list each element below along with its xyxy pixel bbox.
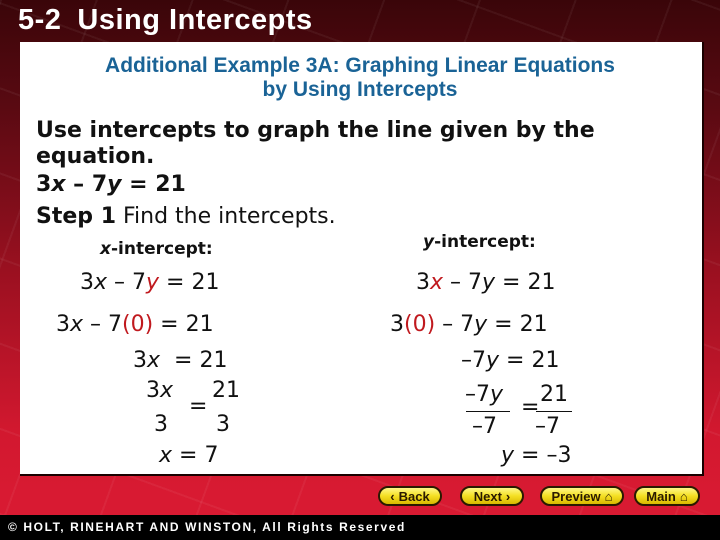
preview-label: Preview [551, 488, 601, 504]
copyright-text: © HOLT, RINEHART AND WINSTON, All Rights… [8, 520, 406, 534]
var-y: y [501, 443, 515, 468]
step-1: Step 1 Find the intercepts. [36, 204, 336, 229]
y-frac-left-den: –7 [472, 414, 497, 439]
var-x: x [147, 348, 161, 373]
var-y: y [486, 348, 500, 373]
y-step-1: 3x – 7y = 21 [416, 270, 555, 295]
t: –7 [461, 348, 486, 373]
home-icon: ⌂ [679, 488, 688, 504]
t: 3 [80, 270, 94, 295]
label-text: -intercept: [110, 239, 213, 259]
eq-var-y: y [107, 172, 122, 197]
var-y: y [482, 270, 496, 295]
y-frac-left-num: –7y [465, 382, 503, 407]
step-text: Find the intercepts. [116, 204, 336, 229]
x-intercept-label: x-intercept: [100, 239, 213, 259]
main-button[interactable]: Main ⌂ [634, 486, 700, 506]
var-x-highlight: x [430, 270, 444, 295]
y-step-3: –7y = 21 [461, 348, 559, 373]
x-frac-equals: = [189, 394, 208, 419]
label-text: -intercept: [434, 232, 536, 252]
prompt-line2: equation. [36, 144, 155, 169]
prompt-line1: Use intercepts to graph the line given b… [36, 118, 595, 143]
var-y: y [474, 312, 488, 337]
eq-mid: – 7 [65, 172, 108, 197]
t: – 7 [83, 312, 123, 337]
example-title: Additional Example 3A: Graphing Linear E… [20, 54, 700, 102]
x-step-2: 3x – 7(0) = 21 [56, 312, 214, 337]
back-label: Back [398, 488, 430, 504]
t: 3 [133, 348, 147, 373]
eq-coef: 3 [36, 172, 52, 197]
chevron-left-icon: ‹ [390, 488, 395, 504]
y-frac-right-bar [536, 411, 572, 412]
x-step-3: 3x = 21 [133, 348, 227, 373]
next-label: Next [473, 488, 502, 504]
var-x: x [70, 312, 84, 337]
y-intercept-label: y-intercept: [423, 232, 536, 252]
lesson-title: 5-2 Using Intercepts [18, 4, 313, 37]
example-title-line1: Additional Example 3A: Graphing Linear E… [105, 54, 615, 77]
var-x: x [160, 378, 174, 403]
x-frac-left-num: 3x [146, 378, 173, 403]
x-result: x = 7 [159, 443, 218, 468]
t: = 21 [159, 270, 220, 295]
y-frac-right-num: 21 [540, 382, 568, 407]
x-intercept-value: = 7 [172, 443, 219, 468]
var-y: y [490, 382, 504, 407]
t: = 21 [160, 348, 228, 373]
given-equation: 3x – 7y = 21 [36, 172, 186, 197]
t: – 7 [107, 270, 147, 295]
problem-prompt: Use intercepts to graph the line given b… [36, 118, 595, 170]
t: 3 [56, 312, 70, 337]
var-x: x [94, 270, 108, 295]
t: – 7 [443, 270, 483, 295]
section-number: 5-2 [18, 4, 62, 36]
label-var: x [100, 239, 111, 259]
y-result: y = –3 [501, 443, 571, 468]
preview-button[interactable]: Preview ⌂ [540, 486, 624, 506]
x-step-1: 3x – 7y = 21 [80, 270, 219, 295]
y-frac-right-den: –7 [535, 414, 560, 439]
t: 3 [416, 270, 430, 295]
label-var: y [423, 232, 435, 252]
footer-bar: © HOLT, RINEHART AND WINSTON, All Rights… [0, 515, 720, 540]
example-title-line2: by Using Intercepts [262, 78, 458, 101]
eq-var-x: x [51, 172, 66, 197]
y-step-2: 3(0) – 7y = 21 [390, 312, 548, 337]
t: 3 [390, 312, 404, 337]
section-title: Using Intercepts [77, 4, 313, 36]
t: –7 [465, 382, 490, 407]
var-y-highlight: y [146, 270, 160, 295]
home-icon: ⌂ [604, 488, 613, 504]
x-frac-right-num: 21 [212, 378, 240, 403]
x-frac-right-den: 3 [216, 412, 230, 437]
main-label: Main [646, 488, 676, 504]
t: = 21 [153, 312, 214, 337]
y-intercept-value: = –3 [514, 443, 572, 468]
step-label: Step 1 [36, 204, 116, 229]
eq-rhs: = 21 [121, 172, 186, 197]
t: – 7 [435, 312, 475, 337]
t: 3 [146, 378, 160, 403]
t: = 21 [487, 312, 548, 337]
t: = 21 [495, 270, 556, 295]
var-x: x [159, 443, 173, 468]
back-button[interactable]: ‹ Back [378, 486, 442, 506]
content-panel: Additional Example 3A: Graphing Linear E… [20, 42, 704, 476]
substitution-zero: (0) [404, 312, 436, 337]
x-frac-left-den: 3 [154, 412, 168, 437]
substitution-zero: (0) [122, 312, 154, 337]
t: = 21 [499, 348, 560, 373]
chevron-right-icon: › [505, 488, 511, 504]
next-button[interactable]: Next › [460, 486, 524, 506]
y-frac-left-bar [466, 411, 510, 412]
